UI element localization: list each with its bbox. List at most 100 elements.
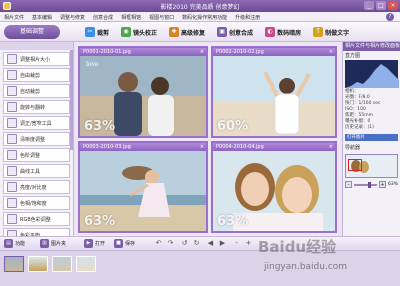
panel-item-levels[interactable]: 色阶调整 (3, 148, 70, 162)
zoom-out-icon[interactable]: - (232, 239, 241, 248)
button-label: 保存 (125, 241, 136, 247)
panel-item-auto-crop[interactable]: 自动裁剪 (3, 84, 70, 98)
menu-item[interactable]: 视图与窗口 (149, 14, 174, 21)
lens-icon: ◉ (121, 27, 132, 37)
brightness-icon (7, 182, 17, 192)
panel-item-resize[interactable]: 调整相片大小 (3, 52, 70, 66)
panel-item-rgb[interactable]: RGB色彩调整 (3, 212, 70, 226)
zoom-percent: 63% (84, 119, 116, 134)
thumbnail[interactable] (4, 256, 24, 272)
photo-window-3[interactable]: P0003-2010-03.jpg × 63% (78, 141, 208, 233)
help-icon[interactable]: ? (386, 13, 394, 21)
panel-item-label: 亮度/对比度 (20, 184, 47, 191)
menu-item[interactable]: 相框相馆 (121, 14, 141, 21)
function-button[interactable]: ▤ 功能 (4, 239, 25, 248)
photo-window-4[interactable]: P0004-2010-04.jpg × 63% (211, 141, 337, 233)
photo-titlebar[interactable]: P0002-2010-02.jpg × (213, 48, 335, 56)
tool-lens[interactable]: ◉ 镜头校正 (118, 25, 160, 39)
panel-item-brightness[interactable]: 亮度/对比度 (3, 180, 70, 194)
photo-caption: love (86, 61, 99, 68)
zoom-value: 63% (387, 182, 398, 187)
redo-icon[interactable]: ↷ (166, 239, 175, 248)
menu-item[interactable]: 调整与修复 (60, 14, 85, 21)
photo-image: 63% (80, 151, 206, 231)
tool-text[interactable]: T 制做文字 (310, 25, 352, 39)
zoom-out-button[interactable]: - (345, 181, 352, 188)
thumbnail[interactable] (76, 256, 96, 272)
panel-item-hue[interactable]: 色相/饱和度 (3, 196, 70, 210)
button-label: 功能 (15, 241, 26, 247)
menu-item[interactable]: 基本编辑 (32, 14, 52, 21)
thumbnail[interactable] (28, 256, 48, 272)
panel-item-sharpness[interactable]: 清晰度调整 (3, 132, 70, 146)
photo-filename: P0004-2010-04.jpg (216, 144, 264, 150)
photo-workspace: P0001-2010-01.jpg × love 63% P0002-2010-0… (75, 42, 340, 236)
save-button[interactable]: ■ 保存 (114, 239, 135, 248)
zoom-slider-knob[interactable] (368, 181, 372, 188)
tool-crop[interactable]: ✂ 裁剪 (82, 25, 112, 39)
photo-window-1[interactable]: P0001-2010-01.jpg × love 63% (78, 46, 208, 138)
tool-repair[interactable]: ✚ 高级修复 (166, 25, 208, 39)
zoom-percent: 60% (217, 119, 249, 134)
photo-filename: P0003-2010-03.jpg (83, 144, 131, 150)
watermark-logo: Baidu经验 (258, 238, 337, 256)
tool-composite[interactable]: ▣ 创意合成 (214, 25, 256, 39)
adjust-panel: 调整相片大小 自由裁剪 自动裁剪 旋转与翻转 调正/宽窄工具 清晰度调整 色阶调… (0, 42, 74, 242)
straighten-icon (7, 118, 17, 128)
history-item[interactable]: 打开图片 (345, 134, 398, 141)
photo-titlebar[interactable]: P0003-2010-03.jpg × (80, 143, 206, 151)
basic-adjust-button[interactable]: 基础调整 (4, 25, 60, 39)
open-button[interactable]: ▶ 打开 (84, 239, 105, 248)
composite-icon: ▣ (217, 27, 228, 37)
panel-header (0, 42, 73, 50)
tool-label: 高级修复 (181, 29, 206, 37)
thumbnail[interactable] (52, 256, 72, 272)
panel-item-straighten[interactable]: 调正/宽窄工具 (3, 116, 70, 130)
panel-scrollbar[interactable] (70, 50, 73, 150)
photo-filename: P0001-2010-01.jpg (83, 49, 131, 55)
minimize-button[interactable]: _ (364, 1, 374, 10)
menu-item[interactable]: 相片文件 (4, 14, 24, 21)
window-title: 影楼2010 完美品质 创意梦幻 (160, 4, 240, 11)
navigator-thumbnail[interactable] (345, 154, 398, 178)
text-icon: T (313, 27, 324, 37)
button-label: 打开 (95, 241, 106, 247)
menu-item[interactable]: 数码化操作常用功能 (182, 14, 227, 21)
title-bar: 影楼2010 完美品质 创意梦幻 _ □ × (0, 0, 400, 12)
panel-item-rotate[interactable]: 旋转与翻转 (3, 100, 70, 114)
close-icon[interactable]: × (329, 49, 333, 55)
close-icon[interactable]: × (200, 49, 204, 55)
next-icon[interactable]: ▶ (218, 239, 227, 248)
close-button[interactable]: × (388, 1, 398, 10)
previous-icon[interactable]: ◀ (206, 239, 215, 248)
panel-item-label: 调正/宽窄工具 (20, 120, 52, 127)
rgb-icon (7, 214, 17, 224)
panel-item-curves[interactable]: 曲线工具 (3, 164, 70, 178)
tool-label: 制做文字 (325, 29, 350, 37)
zoom-slider[interactable] (354, 181, 377, 188)
crop-icon: ✂ (85, 27, 95, 37)
maximize-button[interactable]: □ (376, 1, 386, 10)
rotate-left-icon[interactable]: ↺ (180, 239, 189, 248)
navigator-viewport[interactable] (348, 159, 362, 171)
panel-item-free-crop[interactable]: 自由裁剪 (3, 68, 70, 82)
info-panel: 相片文件与相片修改面板 直方图 相机： 光圈：F/8.0 快门：1/160 se… (342, 42, 400, 236)
photo-titlebar[interactable]: P0001-2010-01.jpg × (80, 48, 206, 56)
folder-button[interactable]: ▥ 图片夹 (40, 239, 66, 248)
save-icon: ■ (114, 239, 123, 248)
menu-item[interactable]: 创意合成 (93, 14, 113, 21)
close-icon[interactable]: × (200, 144, 204, 150)
menu-item[interactable]: 升级和注册 (235, 14, 260, 21)
photo-window-2[interactable]: P0002-2010-02.jpg × 60% (211, 46, 337, 138)
undo-icon[interactable]: ↶ (154, 239, 163, 248)
open-icon: ▶ (84, 239, 93, 248)
hue-icon (7, 198, 17, 208)
tool-darkroom[interactable]: ◐ 数码暗房 (262, 25, 304, 39)
close-icon[interactable]: × (329, 144, 333, 150)
curves-icon (7, 166, 17, 176)
zoom-in-button[interactable]: + (378, 181, 386, 188)
rotate-right-icon[interactable]: ↻ (192, 239, 201, 248)
zoom-in-icon[interactable]: + (244, 239, 253, 248)
repair-icon: ✚ (169, 27, 180, 37)
photo-titlebar[interactable]: P0004-2010-04.jpg × (213, 143, 335, 151)
